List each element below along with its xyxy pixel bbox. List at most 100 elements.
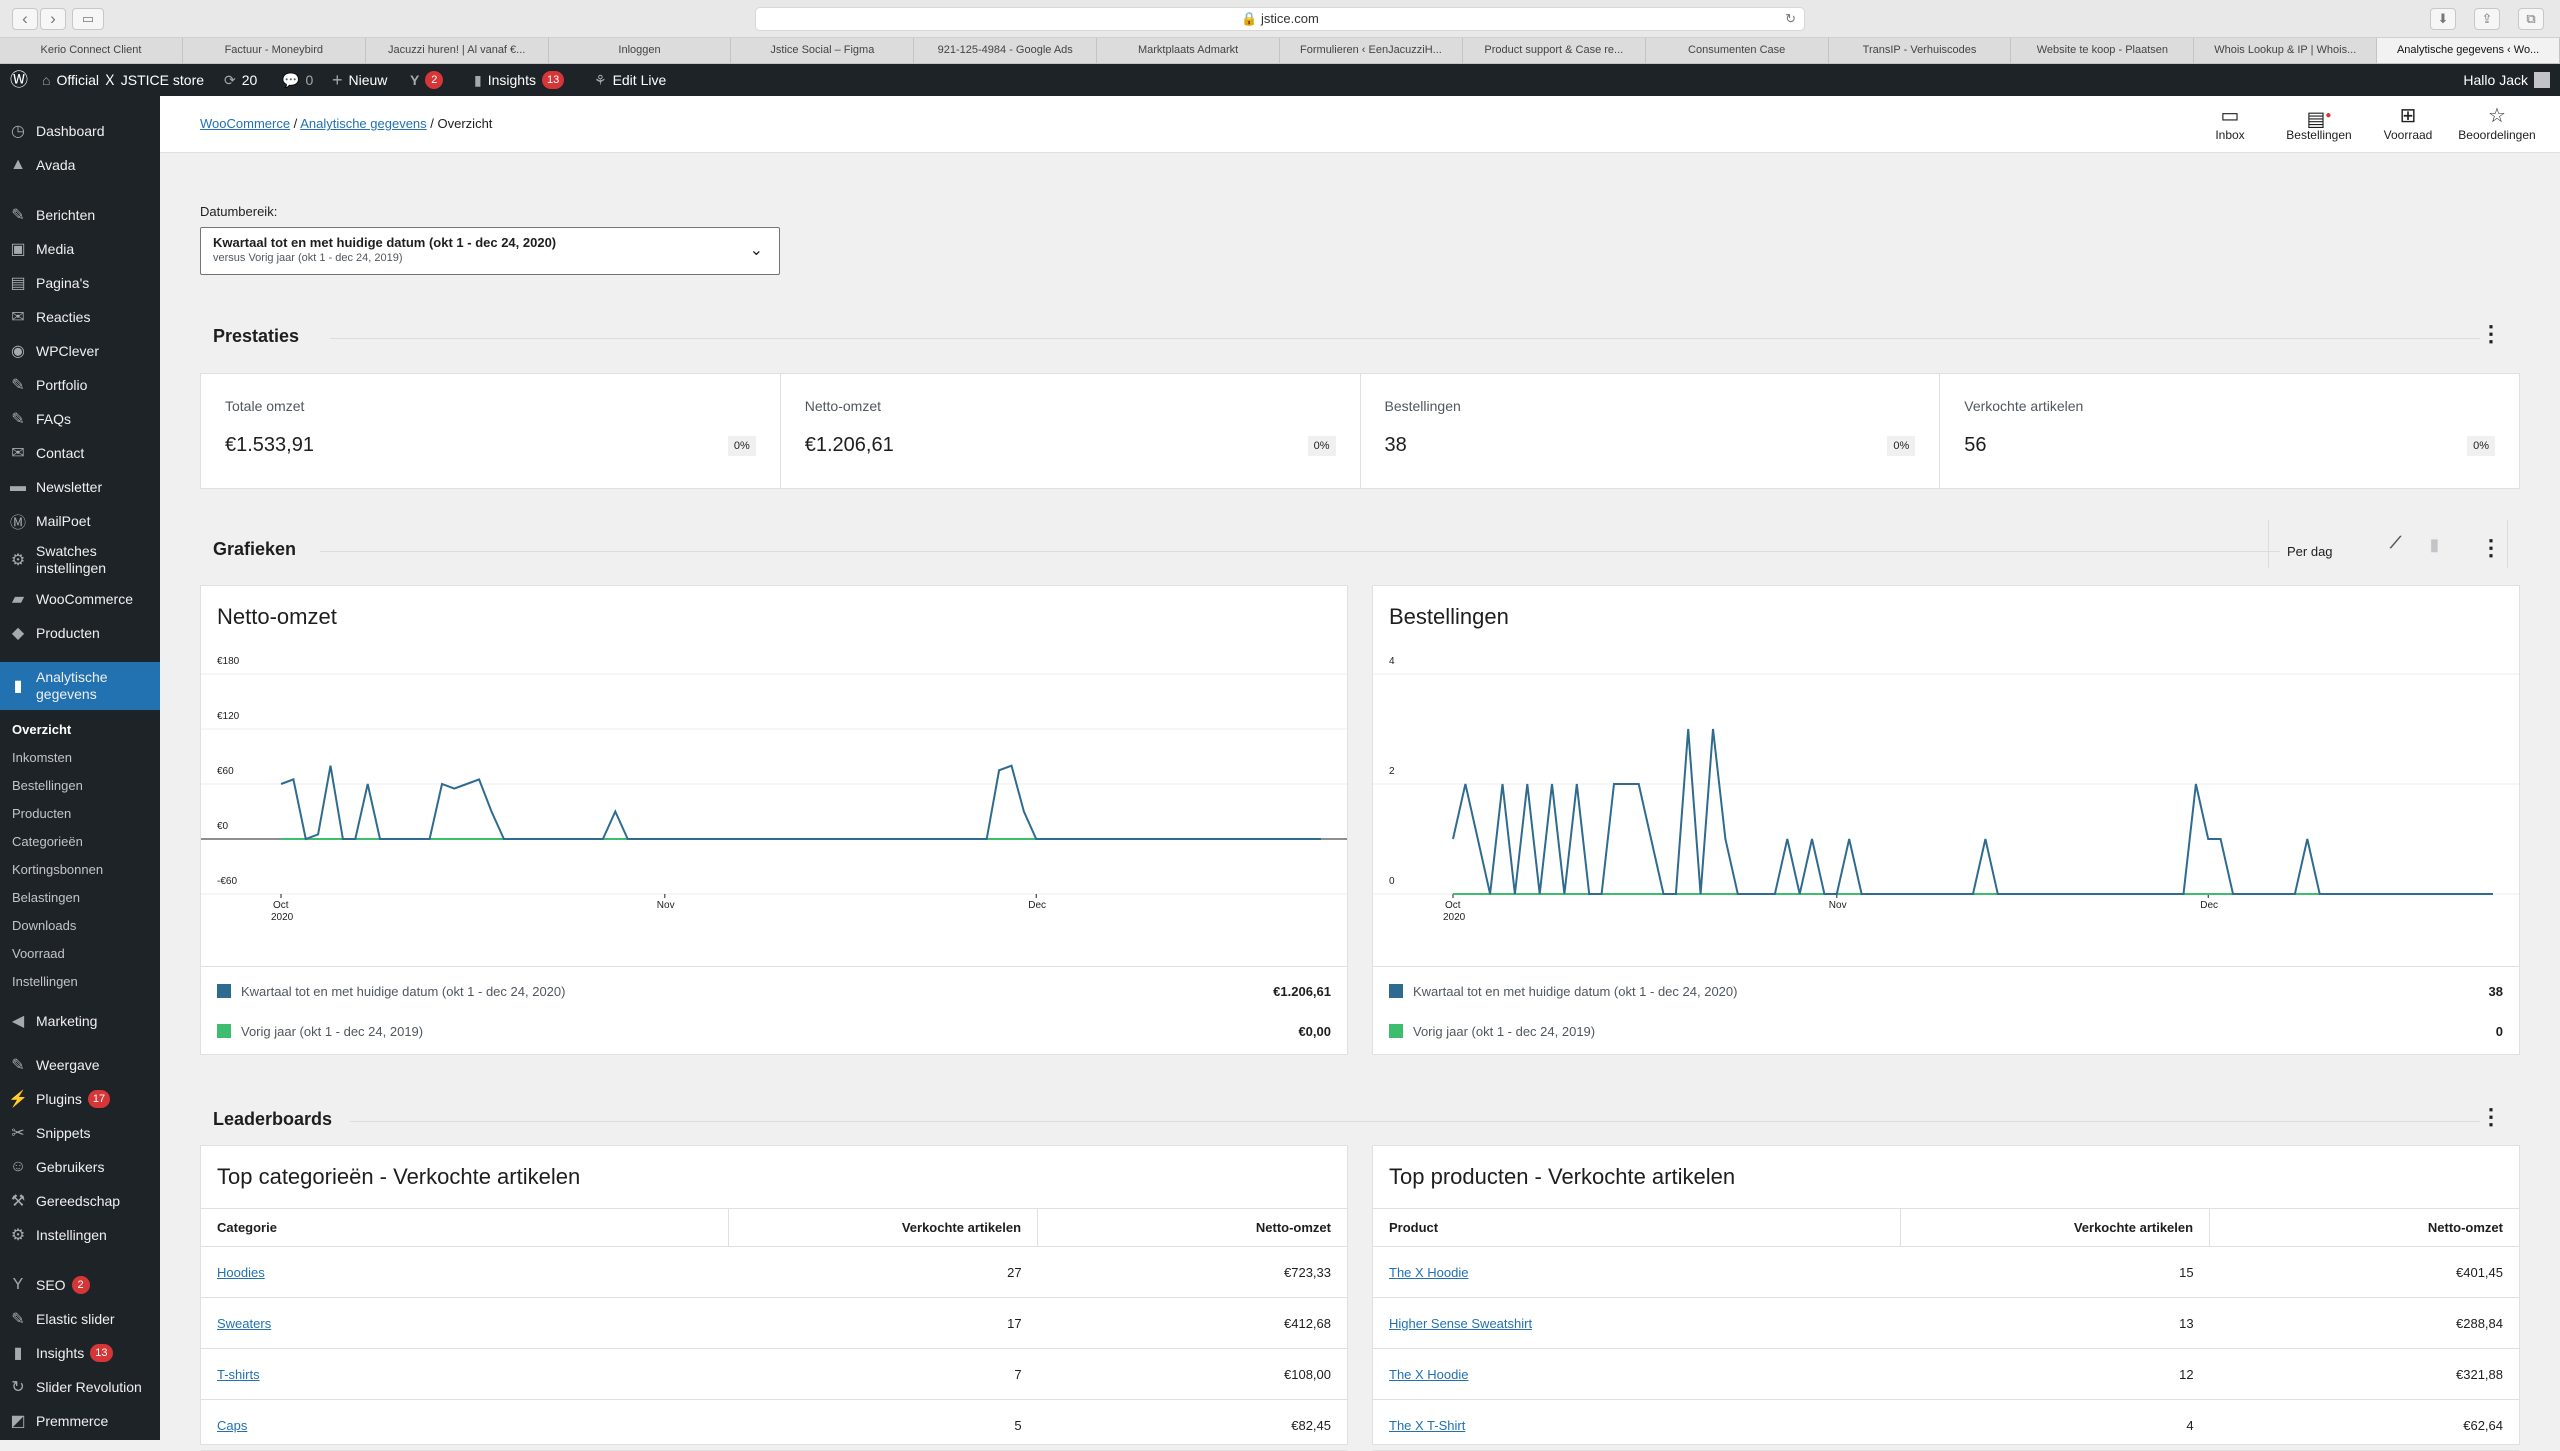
sidebar-item-premmerce[interactable]: ◩ Premmerce (0, 1404, 160, 1438)
row-link[interactable]: Sweaters (217, 1316, 271, 1331)
sidebar-subitem[interactable]: Producten (12, 806, 71, 821)
browser-tab[interactable]: Whois Lookup & IP | Whois... (2194, 38, 2378, 63)
sidebar-item-marketing[interactable]: ◀ Marketing (0, 1004, 160, 1038)
sidebar-item-producten[interactable]: ◆ Producten (0, 616, 160, 650)
tabs-overview-icon[interactable]: ⧉ (2518, 8, 2544, 30)
sidebar-item-woocommerce[interactable]: ▰ WooCommerce (0, 582, 160, 616)
legend-row-current[interactable]: Kwartaal tot en met huidige datum (okt 1… (1389, 971, 2503, 1011)
sidebar-toggle-icon[interactable]: ▭ (72, 8, 104, 30)
browser-tab[interactable]: Kerio Connect Client (0, 38, 183, 63)
sidebar-item-seo[interactable]: Y SEO 2 (0, 1268, 160, 1302)
legend-row-previous[interactable]: Vorig jaar (okt 1 - dec 24, 2019) 0 (1389, 1011, 2503, 1051)
line-chart-toggle-icon[interactable]: ⟋ (2390, 535, 2401, 553)
browser-tab[interactable]: Consumenten Case (1646, 38, 1829, 63)
browser-tab[interactable]: Website te koop - Plaatsen (2011, 38, 2195, 63)
inbox-button[interactable]: ▭ Inbox (2185, 104, 2275, 142)
browser-tab[interactable]: Analytische gegevens ‹ Wo... (2377, 38, 2560, 63)
performance-card[interactable]: Bestellingen 38 0% (1361, 374, 1941, 488)
browser-tab[interactable]: Jstice Social – Figma (731, 38, 915, 63)
browser-tab[interactable]: Inloggen (549, 38, 732, 63)
browser-tab[interactable]: Marktplaats Admarkt (1097, 38, 1281, 63)
adminbar-site[interactable]: ⌂ Official Ｘ JSTICE store (42, 64, 204, 96)
column-header[interactable]: Verkochte artikelen (1900, 1208, 2211, 1247)
performance-card[interactable]: Verkochte artikelen 56 0% (1940, 374, 2519, 488)
bar-chart-toggle-icon[interactable]: ▮ (2430, 535, 2439, 555)
sidebar-item-portfolio[interactable]: ✎ Portfolio (0, 368, 160, 402)
adminbar-yoast[interactable]: Y2 (410, 64, 444, 96)
adminbar-new[interactable]: + Nieuw (332, 64, 387, 96)
legend-row-current[interactable]: Kwartaal tot en met huidige datum (okt 1… (217, 971, 1331, 1011)
column-header[interactable]: Netto-omzet (2209, 1208, 2519, 1247)
sidebar-subitem[interactable]: Belastingen (12, 890, 80, 905)
performance-menu-icon[interactable]: ⋮ (2480, 321, 2502, 347)
back-button[interactable]: ‹ (12, 8, 38, 30)
browser-tab[interactable]: Product support & Case re... (1463, 38, 1646, 63)
row-link[interactable]: Higher Sense Sweatshirt (1389, 1316, 1532, 1331)
sidebar-subitem[interactable]: Overzicht (12, 722, 71, 737)
sidebar-item-newsletter[interactable]: ▬ Newsletter (0, 470, 160, 504)
row-link[interactable]: T-shirts (217, 1367, 260, 1382)
adminbar-comments[interactable]: 💬 0 (282, 64, 313, 96)
reviews-button[interactable]: ☆ Beoordelingen (2452, 104, 2542, 142)
sidebar-item-contact[interactable]: ✉ Contact (0, 436, 160, 470)
charts-menu-icon[interactable]: ⋮ (2480, 535, 2502, 561)
sidebar-item-plugins[interactable]: ⚡ Plugins 17 (0, 1082, 160, 1116)
sidebar-item-mailpoet[interactable]: Ⓜ MailPoet (0, 504, 160, 538)
sidebar-item-elastic-slider[interactable]: ✎ Elastic slider (0, 1302, 160, 1336)
reload-icon[interactable]: ↻ (1785, 8, 1796, 30)
legend-row-previous[interactable]: Vorig jaar (okt 1 - dec 24, 2019) €0,00 (217, 1011, 1331, 1051)
sidebar-item-pagina-s[interactable]: ▤ Pagina's (0, 266, 160, 300)
leaderboards-menu-icon[interactable]: ⋮ (2480, 1104, 2502, 1130)
performance-card[interactable]: Netto-omzet €1.206,61 0% (781, 374, 1361, 488)
stock-button[interactable]: ⊞ Voorraad (2363, 104, 2453, 142)
sidebar-item-avada[interactable]: ▲ Avada (0, 148, 160, 182)
sidebar-item-gereedschap[interactable]: ⚒ Gereedschap (0, 1184, 160, 1218)
browser-tab[interactable]: TransIP - Verhuiscodes (1829, 38, 2012, 63)
sidebar-item-faqs[interactable]: ✎ FAQs (0, 402, 160, 436)
sidebar-item-gebruikers[interactable]: ☺ Gebruikers (0, 1150, 160, 1184)
column-header[interactable]: Product (1373, 1208, 1901, 1247)
interval-select[interactable]: Per dag (2268, 520, 2508, 568)
column-header[interactable]: Verkochte artikelen (728, 1208, 1039, 1247)
adminbar-insights[interactable]: ▮ Insights 13 (474, 64, 565, 96)
sidebar-subitem[interactable]: Inkomsten (12, 750, 72, 765)
sidebar-item-insights[interactable]: ▮ Insights 13 (0, 1336, 160, 1370)
wordpress-logo-icon[interactable]: Ⓦ (10, 64, 28, 96)
row-link[interactable]: Caps (217, 1418, 247, 1433)
sidebar-subitem[interactable]: Downloads (12, 918, 76, 933)
sidebar-subitem[interactable]: Bestellingen (12, 778, 83, 793)
download-icon[interactable]: ⬇ (2430, 8, 2456, 30)
adminbar-edit-live[interactable]: ⚘ Edit Live (594, 64, 666, 96)
address-bar[interactable]: 🔒 jstice.com ↻ (755, 7, 1805, 31)
row-link[interactable]: The X Hoodie (1389, 1367, 1469, 1382)
sidebar-subitem[interactable]: Voorraad (12, 946, 65, 961)
sidebar-subitem[interactable]: Kortingsbonnen (12, 862, 103, 877)
sidebar-item-media[interactable]: ▣ Media (0, 232, 160, 266)
sidebar-item-dashboard[interactable]: ◷ Dashboard (0, 114, 160, 148)
adminbar-account[interactable]: Hallo Jack (2463, 64, 2550, 96)
sidebar-item-instellingen[interactable]: ⚙ Instellingen (0, 1218, 160, 1252)
sidebar-item-slider-revolution[interactable]: ↻ Slider Revolution (0, 1370, 160, 1404)
column-header[interactable]: Categorie (201, 1208, 729, 1247)
sidebar-item-berichten[interactable]: ✎ Berichten (0, 198, 160, 232)
sidebar-item-wpclever[interactable]: ◉ WPClever (0, 334, 160, 368)
sidebar-item-weergave[interactable]: ✎ Weergave (0, 1048, 160, 1082)
sidebar-item-swatches-instellingen[interactable]: ⚙ Swatches instellingen (0, 536, 160, 584)
sidebar-item-reacties[interactable]: ✉ Reacties (0, 300, 160, 334)
orders-button[interactable]: ▤● Bestellingen (2274, 104, 2364, 142)
row-link[interactable]: Hoodies (217, 1265, 265, 1280)
browser-tab[interactable]: Factuur - Moneybird (183, 38, 366, 63)
breadcrumb-analytics[interactable]: Analytische gegevens (300, 116, 426, 131)
breadcrumb-woocommerce[interactable]: WooCommerce (200, 116, 290, 131)
browser-tab[interactable]: 921-125-4984 - Google Ads (914, 38, 1098, 63)
column-header[interactable]: Netto-omzet (1037, 1208, 1347, 1247)
row-link[interactable]: The X Hoodie (1389, 1265, 1469, 1280)
adminbar-updates[interactable]: ⟳ 20 (224, 64, 257, 96)
share-icon[interactable]: ⇪ (2474, 8, 2500, 30)
daterange-select[interactable]: Kwartaal tot en met huidige datum (okt 1… (200, 227, 780, 275)
row-link[interactable]: The X T-Shirt (1389, 1418, 1465, 1433)
forward-button[interactable]: › (40, 8, 66, 30)
sidebar-subitem[interactable]: Categorieën (12, 834, 83, 849)
browser-tab[interactable]: Jacuzzi huren! | Al vanaf €... (366, 38, 549, 63)
performance-card[interactable]: Totale omzet €1.533,91 0% (201, 374, 781, 488)
